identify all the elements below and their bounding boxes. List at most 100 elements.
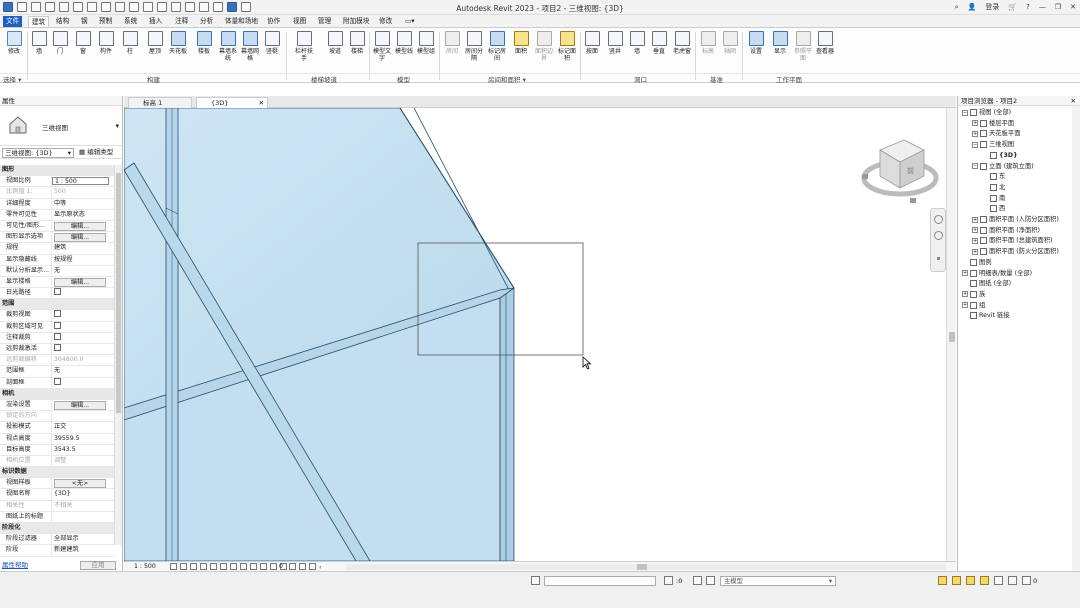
browser-node[interactable]: 图纸 (全部) xyxy=(962,279,1011,288)
door-button[interactable]: 门 xyxy=(50,31,70,55)
tab-collaborate[interactable]: 协作 xyxy=(264,16,283,27)
curtain-system-button[interactable]: 幕墙系统 xyxy=(218,31,238,62)
undo-icon[interactable] xyxy=(73,2,83,12)
expand-icon[interactable]: + xyxy=(972,248,978,255)
zoom-icon[interactable] xyxy=(934,231,943,240)
ramp-button[interactable]: 坡道 xyxy=(325,31,345,55)
background-process-icon[interactable] xyxy=(1008,576,1017,585)
browser-scrollbar[interactable] xyxy=(1072,106,1080,571)
by-face-button[interactable]: 按面 xyxy=(582,31,602,55)
tab-steel[interactable]: 钢 xyxy=(78,16,91,27)
exclude-options-icon[interactable] xyxy=(706,576,715,585)
property-checkbox[interactable] xyxy=(54,344,61,351)
property-edit-button[interactable]: 编辑... xyxy=(54,221,106,231)
section-icon[interactable] xyxy=(185,2,195,12)
steering-wheel-icon[interactable] xyxy=(934,215,943,224)
model-line-button[interactable]: 模型线 xyxy=(394,31,414,55)
open-icon[interactable] xyxy=(31,2,41,12)
switch-windows-icon[interactable] xyxy=(227,2,237,12)
close-tab-icon[interactable]: ✕ xyxy=(259,98,264,108)
tab-level-1[interactable]: 标高 1 xyxy=(128,97,192,108)
browser-node[interactable]: + 面积平面 (净面积) xyxy=(972,226,1040,235)
browser-node[interactable]: − 三维视图 xyxy=(972,140,1014,149)
visual-style-icon[interactable] xyxy=(180,563,187,570)
editable-only-icon[interactable] xyxy=(664,576,673,585)
worksharing-icon[interactable] xyxy=(270,563,277,570)
tab-insert[interactable]: 插入 xyxy=(146,16,165,27)
highlight-displacement-icon[interactable] xyxy=(289,563,296,570)
tab-systems[interactable]: 系统 xyxy=(121,16,140,27)
dimension-icon[interactable] xyxy=(129,2,139,12)
browser-node[interactable]: Revit 链接 xyxy=(962,311,1010,320)
tab-precast[interactable]: 预制 xyxy=(96,16,115,27)
crop-region-icon[interactable] xyxy=(230,563,237,570)
tab-modify[interactable]: 修改 xyxy=(376,16,395,27)
tag-area-button[interactable]: 标记面积 xyxy=(557,31,577,62)
measure-icon[interactable] xyxy=(115,2,125,12)
property-value[interactable]: <无> xyxy=(52,478,114,489)
viewcube[interactable]: 前 xyxy=(858,128,940,210)
cart-icon[interactable]: 🛒 xyxy=(1008,3,1017,11)
component-button[interactable]: 构件 xyxy=(96,31,116,55)
browser-node[interactable]: − 立面 (建筑立面) xyxy=(972,162,1034,171)
property-checkbox[interactable] xyxy=(54,288,61,296)
property-value[interactable]: 无 xyxy=(52,266,114,276)
reveal-constraints-icon[interactable] xyxy=(299,563,306,570)
property-value[interactable]: 无 xyxy=(52,366,114,376)
apply-button[interactable]: 应用 xyxy=(80,561,116,570)
browser-node[interactable]: 北 xyxy=(982,183,1005,192)
property-checkbox[interactable] xyxy=(54,332,61,340)
navigation-bar[interactable] xyxy=(930,208,946,272)
view-scale[interactable]: 1 : 500 xyxy=(134,562,156,571)
temporary-hide-icon[interactable] xyxy=(250,563,257,570)
browser-node[interactable]: + 组 xyxy=(962,301,985,310)
close-hidden-icon[interactable] xyxy=(213,2,223,12)
text-icon[interactable] xyxy=(157,2,167,12)
browser-node[interactable]: 东 xyxy=(982,172,1005,181)
group-room-area[interactable]: 房间和面积 ▾ xyxy=(488,74,526,84)
area-boundary-button[interactable]: 面积边界 xyxy=(534,31,554,62)
revit-logo-icon[interactable] xyxy=(3,2,13,12)
window-button[interactable]: 窗 xyxy=(73,31,93,55)
drag-elements-icon[interactable] xyxy=(994,576,1003,585)
property-value[interactable] xyxy=(52,288,114,298)
property-value[interactable]: 编辑... xyxy=(52,400,114,410)
customize-qat-icon[interactable] xyxy=(241,2,251,12)
property-value[interactable]: 1 : 500 xyxy=(52,177,109,186)
model-text-button[interactable]: 模型文字 xyxy=(372,31,392,62)
property-edit-button[interactable]: 编辑... xyxy=(54,233,106,243)
3d-model-view[interactable] xyxy=(124,108,946,561)
property-checkbox[interactable] xyxy=(54,321,61,329)
room-button[interactable]: 房间 xyxy=(442,31,462,55)
property-value[interactable]: 按规程 xyxy=(52,255,114,265)
collapse-icon[interactable]: − xyxy=(962,109,968,116)
browser-node[interactable]: {3D} xyxy=(982,151,1018,160)
property-edit-button[interactable]: 编辑... xyxy=(54,400,106,410)
property-edit-button[interactable]: 编辑... xyxy=(54,277,106,287)
browser-node[interactable]: + 明细表/数量 (全部) xyxy=(962,269,1032,278)
property-value[interactable]: 正交 xyxy=(52,422,114,432)
property-value[interactable] xyxy=(52,310,114,320)
tag-room-button[interactable]: 标记房间 xyxy=(487,31,507,62)
save-icon[interactable] xyxy=(45,2,55,12)
lock-view-icon[interactable] xyxy=(240,563,247,570)
property-value[interactable]: {3D} xyxy=(52,489,114,499)
show-workplane-button[interactable]: 显示 xyxy=(770,31,790,55)
vertical-opening-button[interactable]: 垂直 xyxy=(649,31,669,55)
browser-node[interactable]: + 面积平面 (防火分区面积) xyxy=(972,247,1059,256)
ribbon-display-toggle[interactable]: ▭▾ xyxy=(402,16,418,27)
property-value[interactable] xyxy=(52,377,114,388)
reference-plane-button[interactable]: 参照平面 xyxy=(793,31,813,62)
tab-architecture[interactable]: 建筑 xyxy=(28,16,50,27)
tab-annotate[interactable]: 注释 xyxy=(172,16,191,27)
expand-icon[interactable]: + xyxy=(972,216,978,223)
expand-icon[interactable]: + xyxy=(972,130,978,137)
select-underlay-icon[interactable] xyxy=(952,576,961,585)
room-separator-button[interactable]: 房间分隔 xyxy=(464,31,484,62)
expand-icon[interactable]: + xyxy=(962,270,968,276)
property-value[interactable] xyxy=(52,332,114,343)
browser-node[interactable]: 图例 xyxy=(962,258,992,267)
properties-help-link[interactable]: 属性帮助 xyxy=(2,560,28,571)
detail-level-icon[interactable] xyxy=(170,563,177,570)
sync-icon[interactable] xyxy=(59,2,69,12)
